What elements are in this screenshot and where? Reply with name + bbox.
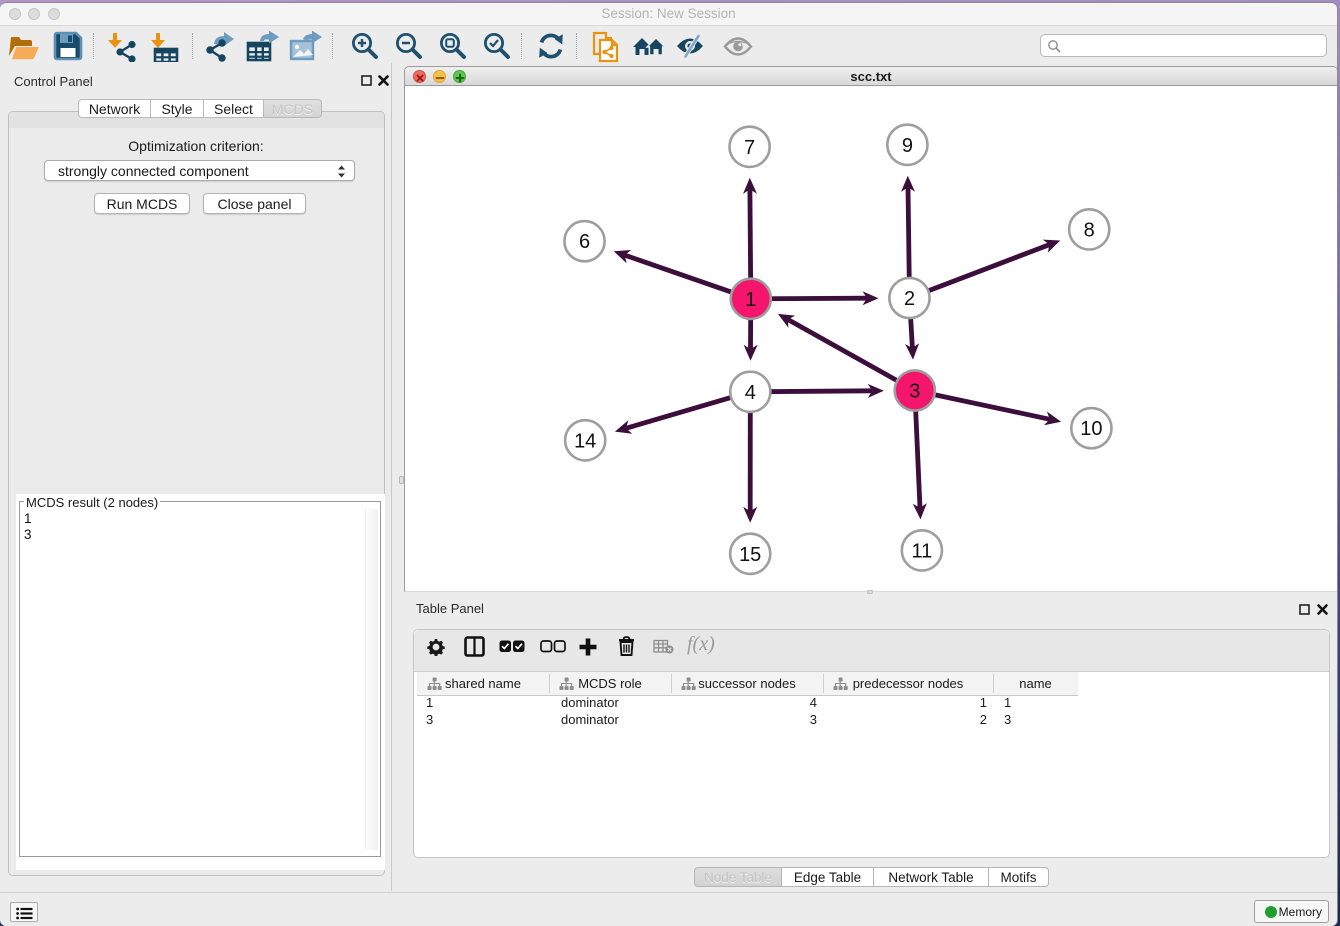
svg-text:1: 1 (745, 289, 756, 311)
svg-text:9: 9 (902, 135, 913, 157)
svg-text:15: 15 (739, 544, 761, 566)
svg-text:14: 14 (574, 430, 596, 452)
svg-text:8: 8 (1084, 219, 1095, 241)
svg-text:4: 4 (745, 382, 756, 404)
svg-text:10: 10 (1080, 418, 1102, 440)
svg-text:2: 2 (904, 288, 915, 310)
svg-text:7: 7 (744, 137, 755, 159)
svg-text:11: 11 (912, 540, 933, 562)
svg-text:3: 3 (909, 381, 920, 403)
svg-text:6: 6 (579, 231, 590, 253)
